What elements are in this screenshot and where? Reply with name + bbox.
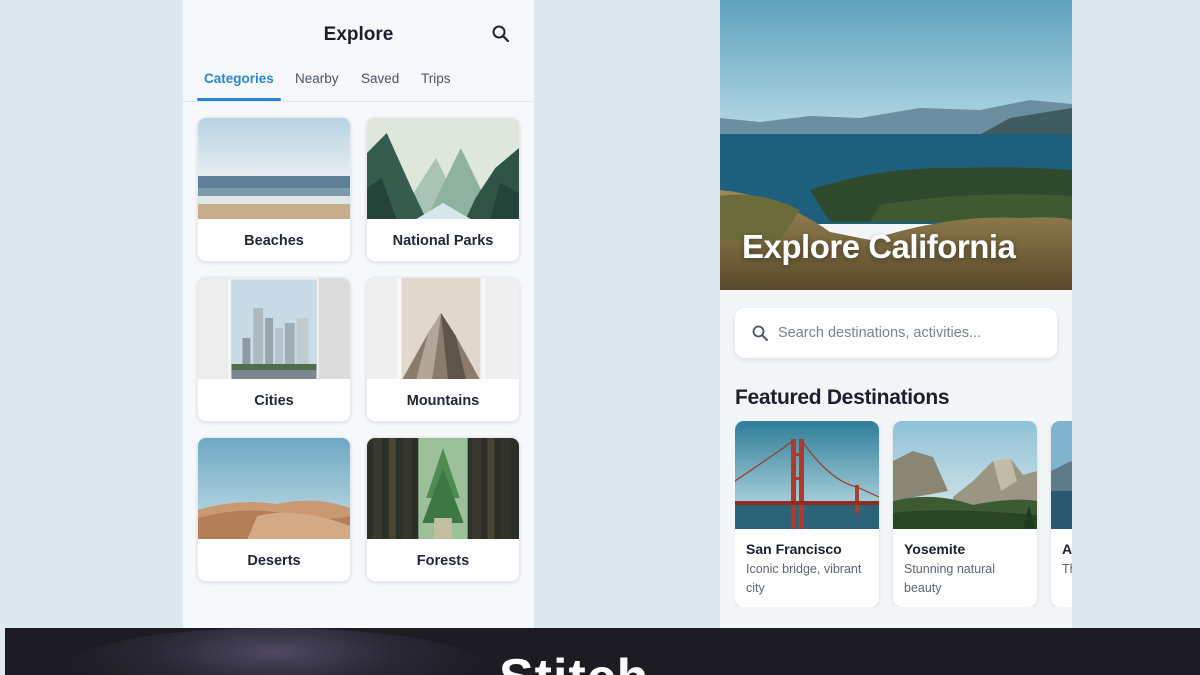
deserts-image	[198, 438, 350, 539]
tab-trips[interactable]: Trips	[421, 71, 451, 86]
destination-name: San Francisco	[746, 541, 842, 557]
section-title: Featured Destinations	[735, 386, 950, 409]
category-label: Forests	[416, 553, 470, 569]
category-label: Beaches	[244, 233, 304, 249]
category-label: Deserts	[247, 553, 301, 569]
featured-destinations-carousel[interactable]: San Francisco Iconic bridge, vibrant cit…	[735, 421, 1072, 607]
explore-california-screen: Explore California Search destinations, …	[720, 0, 1072, 628]
top-app-bar: Explore	[183, 0, 534, 64]
destination-description: Iconic bridge, vibrant city	[746, 562, 862, 595]
category-label: National Parks	[392, 233, 494, 249]
explore-categories-screen: Explore Categories Nearby Saved Trips Be…	[183, 0, 534, 628]
destination-search-input[interactable]: Search destinations, activities...	[735, 308, 1057, 358]
mountains-image	[367, 278, 519, 379]
destination-description: Stunning natural beauty	[904, 562, 996, 595]
category-label: Mountains	[406, 393, 480, 409]
category-card-forests[interactable]: Forests	[366, 437, 520, 582]
destination-description: Th a	[1062, 562, 1072, 576]
category-card-national-parks[interactable]: National Parks	[366, 117, 520, 262]
destination-image	[1051, 421, 1072, 529]
destination-card-partial[interactable]: A Th a	[1051, 421, 1072, 607]
tab-nearby[interactable]: Nearby	[295, 71, 339, 86]
san-francisco-image	[735, 421, 879, 529]
tab-bar: Categories Nearby Saved Trips	[183, 64, 534, 102]
brand-banner: Stitch	[5, 628, 1200, 675]
category-card-deserts[interactable]: Deserts	[197, 437, 351, 582]
category-card-mountains[interactable]: Mountains	[366, 277, 520, 422]
search-icon[interactable]	[489, 22, 513, 46]
beach-image	[198, 118, 350, 219]
hero-title: Explore California	[742, 228, 1016, 265]
category-card-beaches[interactable]: Beaches	[197, 117, 351, 262]
cities-image	[198, 278, 350, 379]
tab-saved[interactable]: Saved	[361, 71, 399, 86]
category-card-cities[interactable]: Cities	[197, 277, 351, 422]
yosemite-image	[893, 421, 1037, 529]
screen-title: Explore	[323, 24, 394, 45]
hero-banner: Explore California	[720, 0, 1072, 290]
banner-glow-graphic	[65, 628, 485, 675]
destination-name: A	[1062, 541, 1072, 557]
active-tab-indicator	[197, 98, 281, 101]
tab-categories[interactable]: Categories	[204, 71, 274, 86]
destination-card-yosemite[interactable]: Yosemite Stunning natural beauty	[893, 421, 1037, 607]
destination-card-san-francisco[interactable]: San Francisco Iconic bridge, vibrant cit…	[735, 421, 879, 607]
national-parks-image	[367, 118, 519, 219]
brand-logo-text: Stitch	[499, 652, 649, 675]
forests-image	[367, 438, 519, 539]
search-placeholder: Search destinations, activities...	[778, 325, 982, 341]
destination-name: Yosemite	[904, 541, 966, 557]
search-icon	[751, 324, 769, 342]
category-label: Cities	[254, 393, 294, 409]
